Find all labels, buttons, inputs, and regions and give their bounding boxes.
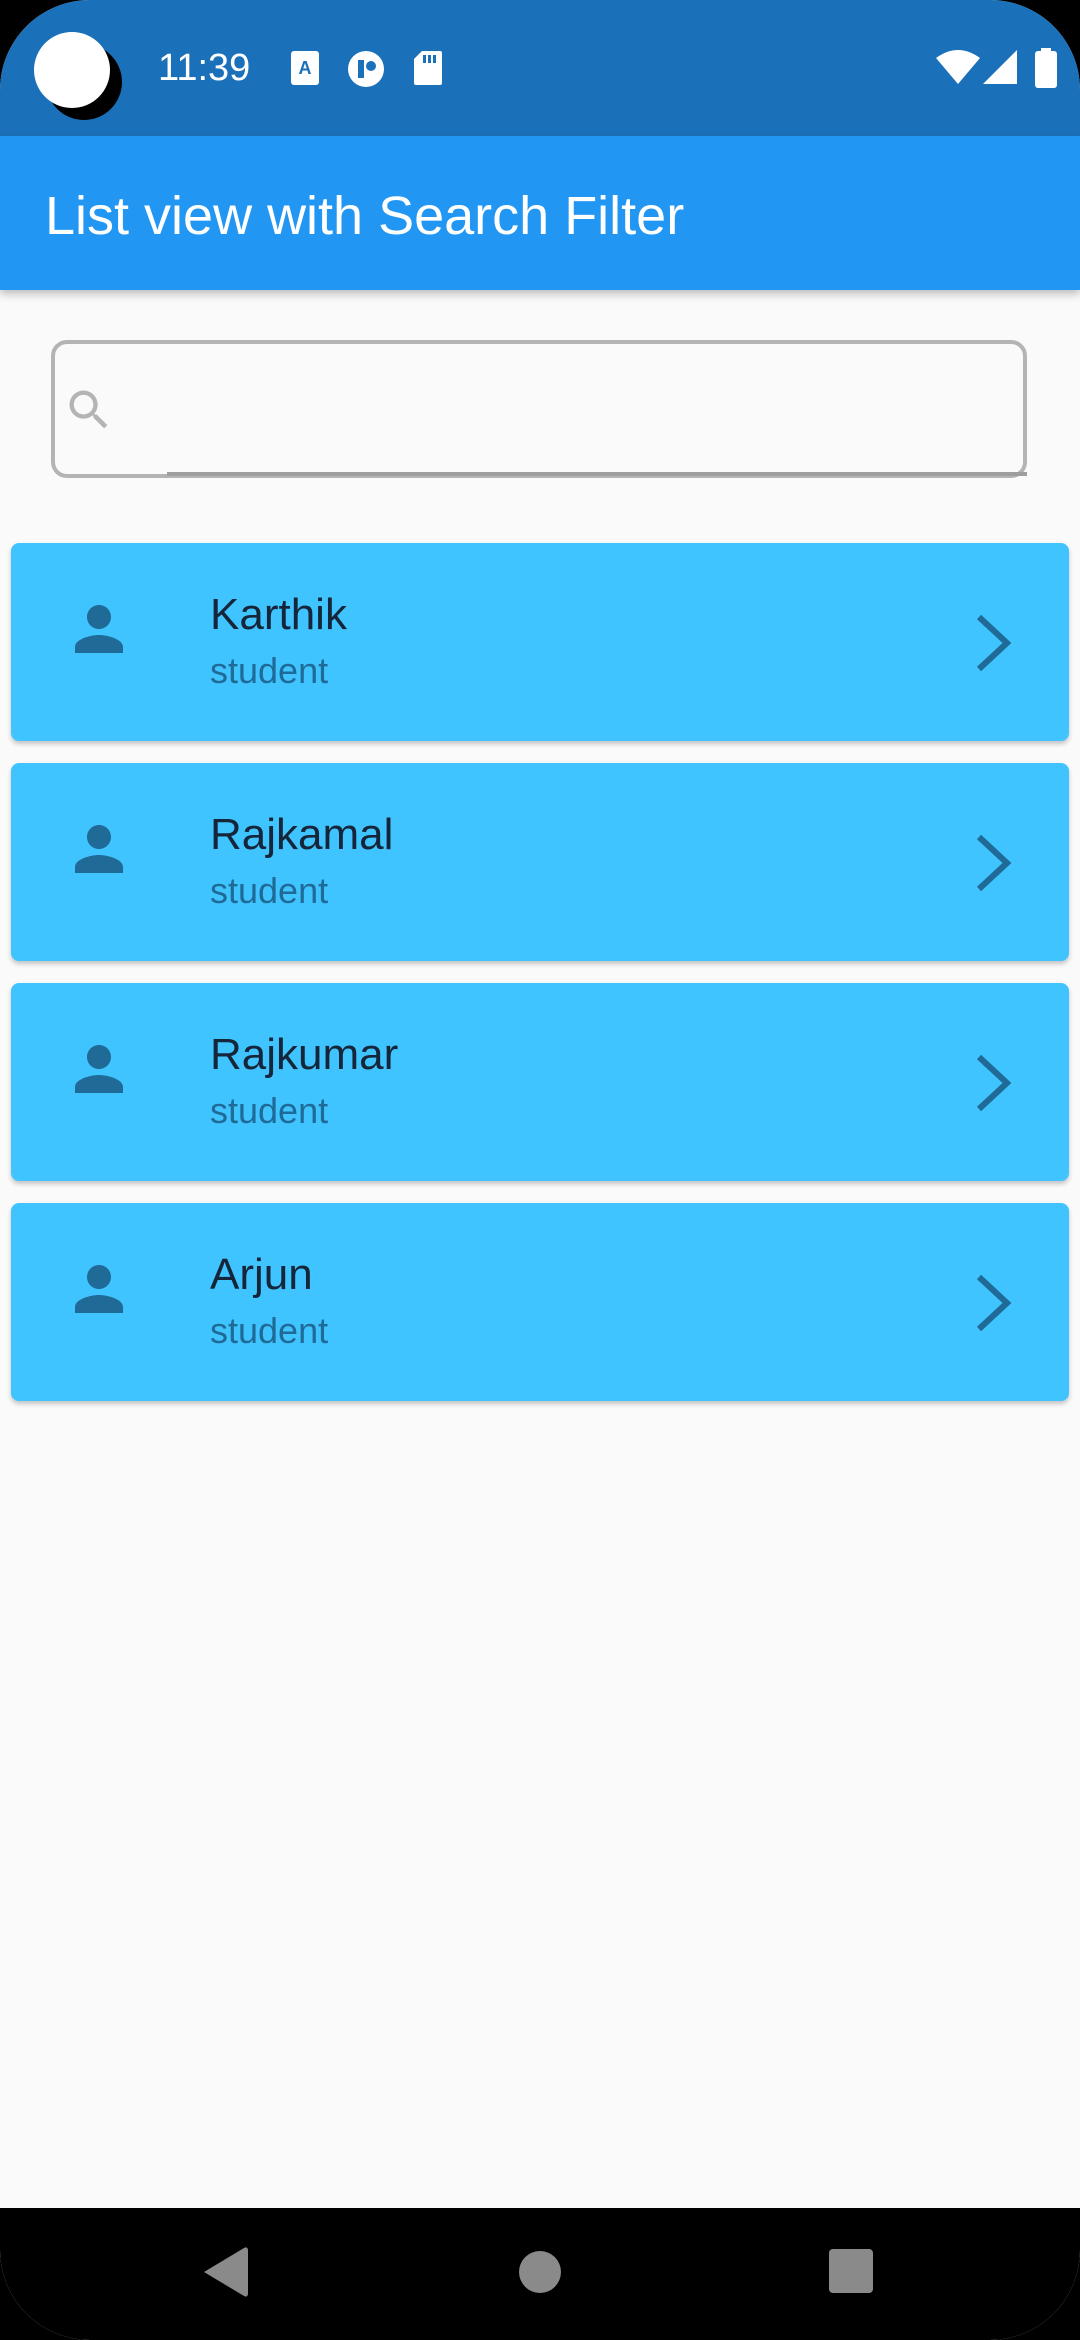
search-field[interactable] xyxy=(51,340,1027,478)
list-item-name: Rajkamal xyxy=(210,810,394,859)
status-time: 11:39 xyxy=(158,47,251,89)
search-input[interactable] xyxy=(170,364,994,456)
list-item[interactable]: Rajkumar student xyxy=(11,983,1069,1181)
signal-icon xyxy=(983,50,1017,84)
search-icon xyxy=(69,390,108,429)
list-item-role: student xyxy=(210,870,329,911)
person-icon xyxy=(75,1045,123,1093)
list-item-role: student xyxy=(210,1310,329,1351)
chevron-right-icon xyxy=(976,614,1012,672)
battery-icon xyxy=(1035,48,1057,88)
navigation-bar xyxy=(0,2208,1080,2340)
list-item-name: Rajkumar xyxy=(210,1030,399,1079)
search-underline xyxy=(167,472,1027,476)
list-item-name: Karthik xyxy=(210,590,347,639)
list-item[interactable]: Karthik student xyxy=(11,543,1069,741)
list-item[interactable]: Rajkamal student xyxy=(11,763,1069,961)
chevron-right-icon xyxy=(976,1274,1012,1332)
person-icon xyxy=(75,1265,123,1313)
list-item-role: student xyxy=(210,1090,329,1131)
list-item-role: student xyxy=(210,650,329,691)
camera-cutout xyxy=(34,32,110,108)
back-icon[interactable] xyxy=(200,2244,250,2300)
student-list: Karthik student Rajkamal student Rajkuma… xyxy=(11,543,1069,1423)
app-notification-icon xyxy=(348,51,384,87)
wifi-icon xyxy=(936,50,980,84)
home-icon[interactable] xyxy=(518,2250,562,2294)
recents-icon[interactable] xyxy=(828,2248,874,2294)
phone-screen: 11:39 A List view with Search Filter Kar… xyxy=(0,0,1080,2340)
list-item[interactable]: Arjun student xyxy=(11,1203,1069,1401)
person-icon xyxy=(75,605,123,653)
status-bar: 11:39 A xyxy=(0,0,1080,136)
text-notification-icon: A xyxy=(291,51,319,85)
list-item-name: Arjun xyxy=(210,1250,313,1299)
page-title: List view with Search Filter xyxy=(45,186,685,246)
chevron-right-icon xyxy=(976,834,1012,892)
sd-card-icon xyxy=(414,51,442,85)
svg-text:A: A xyxy=(299,58,312,78)
chevron-right-icon xyxy=(976,1054,1012,1112)
app-bar: List view with Search Filter xyxy=(0,136,1080,290)
person-icon xyxy=(75,825,123,873)
